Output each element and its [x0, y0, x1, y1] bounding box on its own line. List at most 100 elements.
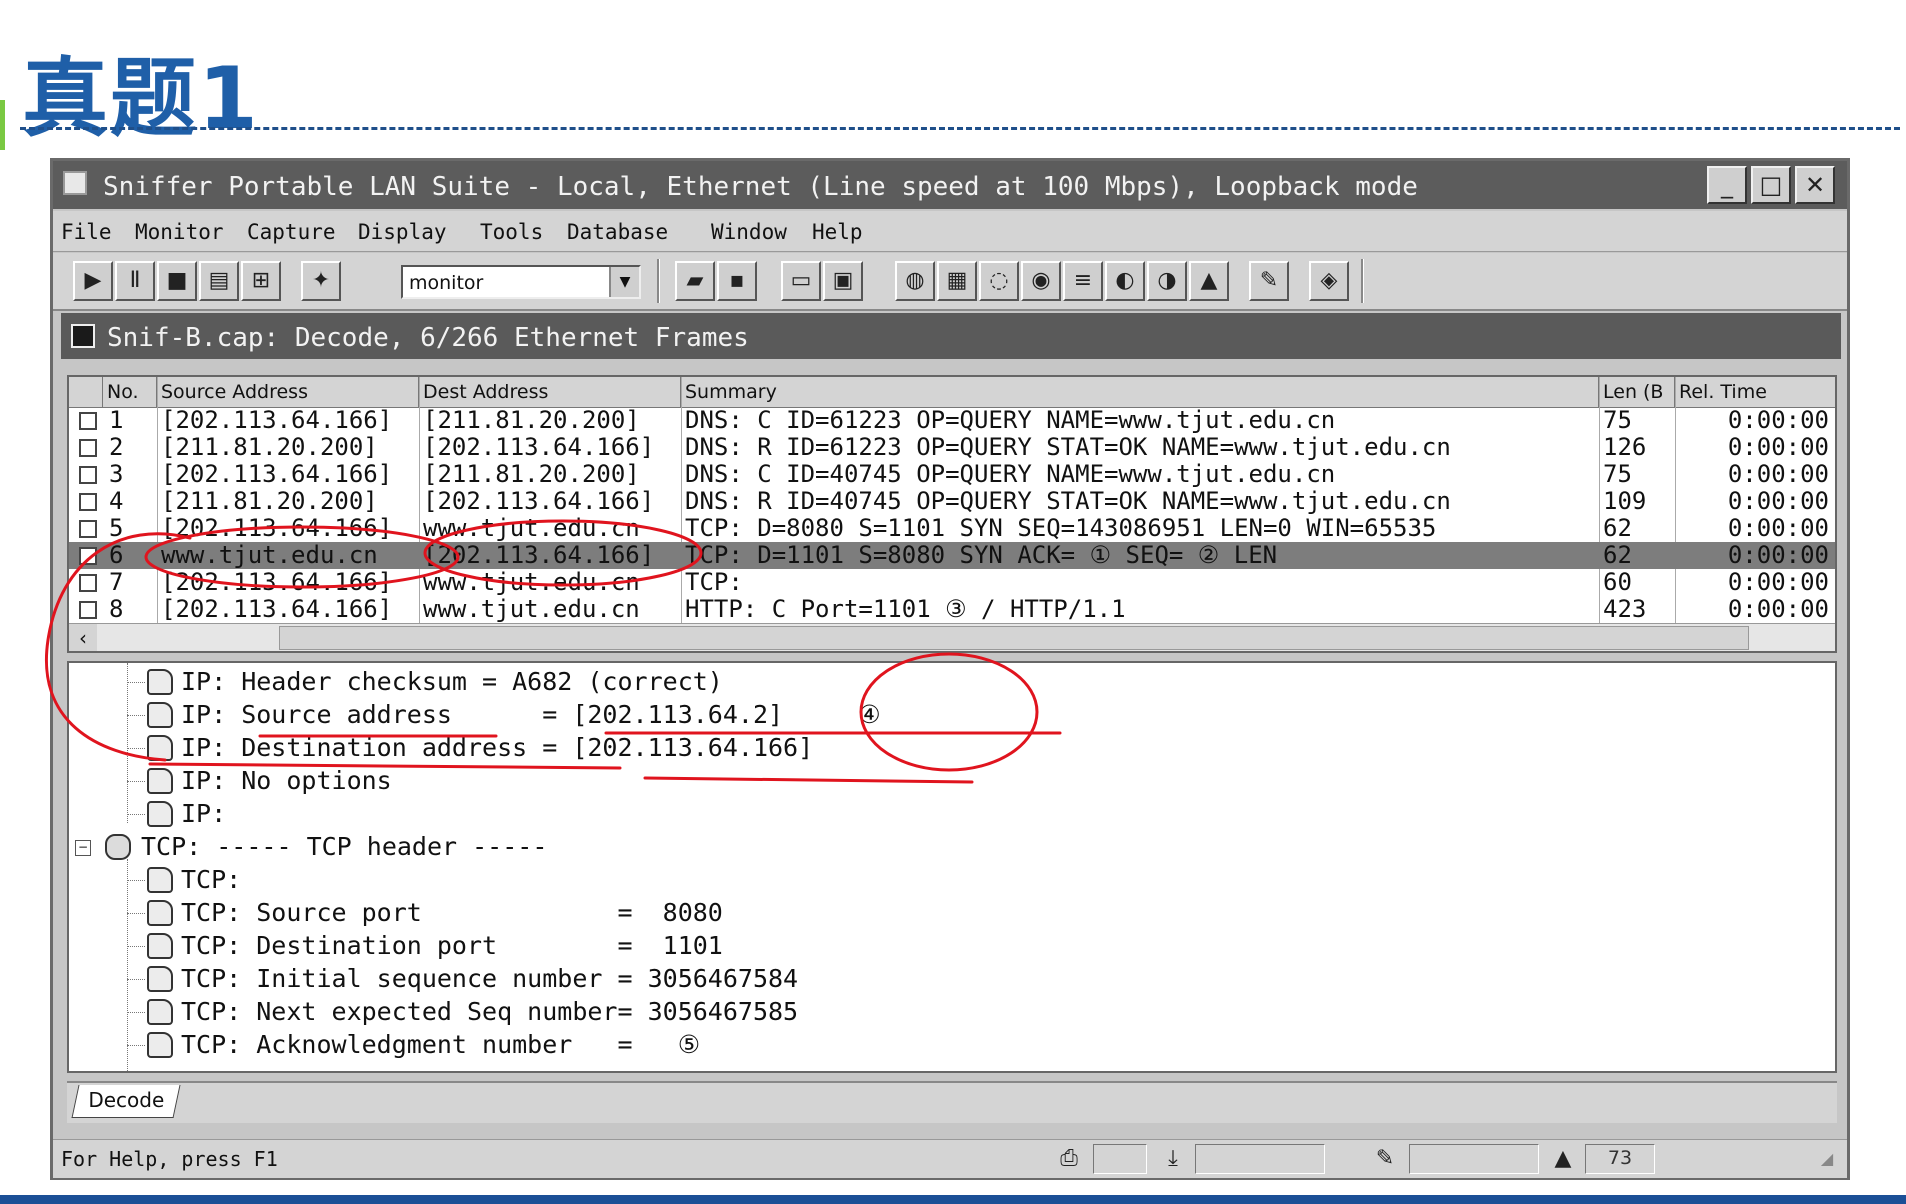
packet-no: 8 — [109, 596, 124, 623]
monitor-select-value: monitor — [409, 272, 484, 294]
packet-row[interactable]: 7 [202.113.64.166] www.tjut.edu.cn TCP: … — [69, 569, 1835, 596]
display-binoculars-icon[interactable]: ⊞ — [241, 261, 281, 301]
packet-time: 0:00:00 — [1727, 596, 1829, 623]
menu-file[interactable]: File — [61, 220, 112, 244]
detail-line[interactable]: TCP: Next expected Seq number= 305646758… — [181, 997, 798, 1027]
detail-line[interactable]: TCP: — [181, 865, 241, 895]
header-len[interactable]: Len (B — [1599, 377, 1675, 407]
packet-summary: DNS: R ID=40745 OP=QUERY STAT=OK NAME=ww… — [685, 488, 1451, 515]
menu-window[interactable]: Window — [711, 220, 787, 244]
stop-capture-icon[interactable]: ■ — [157, 261, 197, 301]
menu-tools[interactable]: Tools — [480, 220, 543, 244]
stop-and-display-icon[interactable]: ▤ — [199, 261, 239, 301]
start-capture-icon[interactable]: ▶ — [73, 261, 113, 301]
capture-window-titlebar[interactable]: Snif-B.cap: Decode, 6/266 Ethernet Frame… — [61, 313, 1841, 359]
detail-line[interactable]: TCP: Acknowledgment number = ⑤ — [181, 1030, 700, 1060]
close-button[interactable]: ✕ — [1795, 166, 1835, 204]
header-rel-time[interactable]: Rel. Time — [1675, 377, 1835, 407]
menu-monitor[interactable]: Monitor — [135, 220, 224, 244]
header-source-address[interactable]: Source Address — [157, 377, 419, 407]
detail-line[interactable]: TCP: Source port = 8080 — [181, 898, 723, 928]
packet-row[interactable]: 1 [202.113.64.166] [211.81.20.200] DNS: … — [69, 407, 1835, 434]
row-checkbox[interactable] — [79, 466, 97, 484]
minimize-button[interactable]: _ — [1707, 166, 1747, 204]
status-panel — [1409, 1144, 1539, 1174]
address-book-icon[interactable]: ✎ — [1249, 261, 1289, 301]
row-checkbox[interactable] — [79, 574, 97, 592]
document-icon — [147, 669, 173, 695]
row-checkbox[interactable] — [79, 439, 97, 457]
packet-source: [202.113.64.166] — [161, 407, 393, 434]
print-icon[interactable]: ▭ — [781, 261, 821, 301]
print-preview-icon[interactable]: ▣ — [823, 261, 863, 301]
header-check — [69, 377, 103, 407]
detail-section-header[interactable]: TCP: ----- TCP header ----- — [141, 832, 547, 862]
packet-row[interactable]: 3 [202.113.64.166] [211.81.20.200] DNS: … — [69, 461, 1835, 488]
protocol-distribution-icon[interactable]: ◐ — [1105, 261, 1145, 301]
detail-line[interactable]: IP: — [181, 799, 226, 829]
tree-branch — [127, 946, 145, 947]
menu-help[interactable]: Help — [812, 220, 863, 244]
view-tabs: Decode — [67, 1081, 1837, 1123]
header-dest-address[interactable]: Dest Address — [419, 377, 681, 407]
save-file-icon[interactable]: ▪ — [717, 261, 757, 301]
tab-decode[interactable]: Decode — [71, 1085, 181, 1118]
menu-capture[interactable]: Capture — [247, 220, 336, 244]
header-summary[interactable]: Summary — [681, 377, 1599, 407]
alarm-log-icon[interactable]: ▲ — [1189, 261, 1229, 301]
packet-time: 0:00:00 — [1727, 569, 1829, 596]
monitor-select[interactable]: monitor ▼ — [401, 265, 641, 299]
menu-database[interactable]: Database — [567, 220, 668, 244]
packet-row[interactable]: 4 [211.81.20.200] [202.113.64.166] DNS: … — [69, 488, 1835, 515]
row-checkbox[interactable] — [79, 412, 97, 430]
header-no[interactable]: No. — [103, 377, 157, 407]
packet-row[interactable]: 2 [211.81.20.200] [202.113.64.166] DNS: … — [69, 434, 1835, 461]
tree-branch — [127, 913, 145, 914]
row-checkbox[interactable] — [79, 547, 97, 565]
packet-summary: DNS: C ID=61223 OP=QUERY NAME=www.tjut.e… — [685, 407, 1336, 434]
scroll-left-icon[interactable]: ‹ — [69, 624, 97, 651]
detail-line[interactable]: IP: Destination address = [202.113.64.16… — [181, 733, 813, 763]
detail-line[interactable]: IP: Source address = [202.113.64.2] ④ — [181, 700, 881, 730]
menu-bar: File Monitor Capture Display Tools Datab… — [53, 211, 1847, 252]
packet-row[interactable]: 5 [202.113.64.166] www.tjut.edu.cn TCP: … — [69, 515, 1835, 542]
maximize-button[interactable]: □ — [1751, 166, 1791, 204]
matrix-icon[interactable]: ◌ — [979, 261, 1019, 301]
detail-line[interactable]: IP: No options — [181, 766, 392, 796]
chevron-down-icon[interactable]: ▼ — [609, 267, 639, 297]
history-samples-icon[interactable]: ≡ — [1063, 261, 1103, 301]
tree-line — [127, 859, 128, 1071]
packet-no: 6 — [109, 542, 124, 569]
application-response-icon[interactable]: ◉ — [1021, 261, 1061, 301]
packet-len: 75 — [1603, 461, 1632, 488]
detail-line[interactable]: IP: Header checksum = A682 (correct) — [181, 667, 723, 697]
row-checkbox[interactable] — [79, 520, 97, 538]
host-table-icon[interactable]: ▦ — [937, 261, 977, 301]
open-file-icon[interactable]: ▰ — [675, 261, 715, 301]
status-bar: For Help, press F1 ⎙ ⤓ ✎ ▲ 73 ◢ — [53, 1139, 1847, 1178]
menu-display[interactable]: Display — [358, 220, 447, 244]
packet-time: 0:00:00 — [1727, 461, 1829, 488]
detail-line[interactable]: TCP: Initial sequence number = 305646758… — [181, 964, 798, 994]
packet-row-selected[interactable]: 6 www.tjut.edu.cn [202.113.64.166] TCP: … — [69, 542, 1835, 569]
window-titlebar[interactable]: Sniffer Portable LAN Suite - Local, Ethe… — [53, 161, 1847, 209]
packet-time: 0:00:00 — [1727, 434, 1829, 461]
tree-branch — [127, 682, 145, 683]
options-icon[interactable]: ◈ — [1309, 261, 1349, 301]
resize-grip-icon[interactable]: ◢ — [1811, 1145, 1843, 1173]
packet-summary: HTTP: C Port=1101 ③ / HTTP/1.1 — [685, 596, 1126, 623]
row-checkbox[interactable] — [79, 493, 97, 511]
packet-dest: www.tjut.edu.cn — [423, 515, 640, 542]
detail-line[interactable]: TCP: Destination port = 1101 — [181, 931, 723, 961]
global-statistics-icon[interactable]: ◑ — [1147, 261, 1187, 301]
packet-row[interactable]: 8 [202.113.64.166] www.tjut.edu.cn HTTP:… — [69, 596, 1835, 623]
address-book-status-icon: ✎ — [1375, 1146, 1395, 1171]
slide-side-marker — [0, 100, 5, 150]
horizontal-scrollbar[interactable]: ‹ — [69, 623, 1835, 651]
define-filter-icon[interactable]: ✦ — [301, 261, 341, 301]
scroll-thumb[interactable] — [279, 626, 1749, 650]
pause-capture-icon[interactable]: Ⅱ — [115, 261, 155, 301]
row-checkbox[interactable] — [79, 601, 97, 619]
collapse-icon[interactable]: − — [75, 840, 91, 856]
dashboard-icon[interactable]: ◍ — [895, 261, 935, 301]
